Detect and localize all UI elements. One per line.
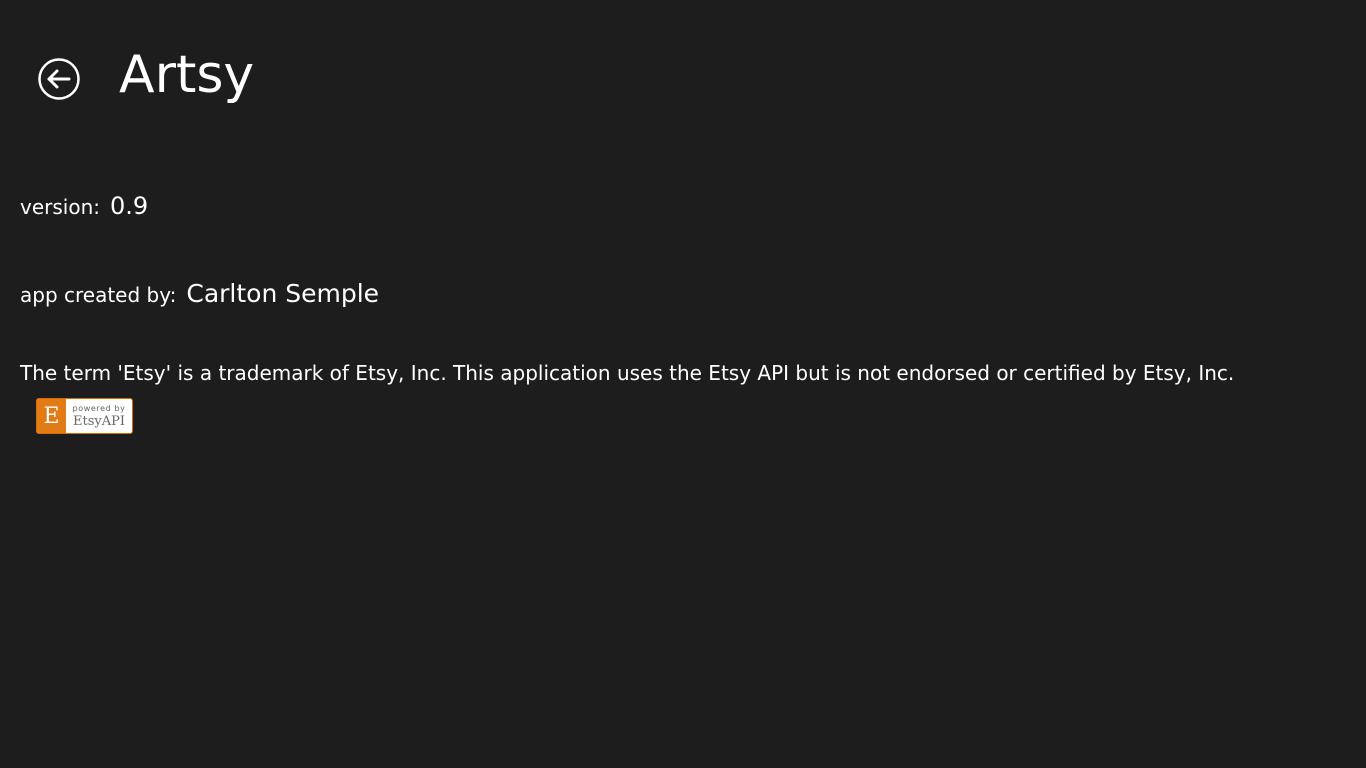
back-arrow-circle-icon	[38, 58, 80, 100]
powered-by-etsy-api-badge[interactable]: E powered by EtsyAPI	[36, 398, 133, 434]
version-row: version: 0.9	[20, 192, 148, 220]
trademark-disclaimer: The term 'Etsy' is a trademark of Etsy, …	[20, 361, 1235, 385]
etsy-e-logo: E	[37, 399, 66, 433]
etsy-badge-text: powered by EtsyAPI	[66, 399, 132, 433]
etsy-api-label: EtsyAPI	[73, 413, 125, 429]
author-label: app created by:	[20, 283, 177, 307]
powered-by-label: powered by	[72, 403, 126, 413]
page-title: Artsy	[119, 45, 255, 105]
author-value: Carlton Semple	[186, 279, 380, 308]
version-value: 0.9	[110, 192, 149, 220]
author-row: app created by: Carlton Semple	[20, 279, 379, 308]
version-label: version:	[20, 195, 100, 219]
back-button[interactable]	[38, 58, 80, 100]
